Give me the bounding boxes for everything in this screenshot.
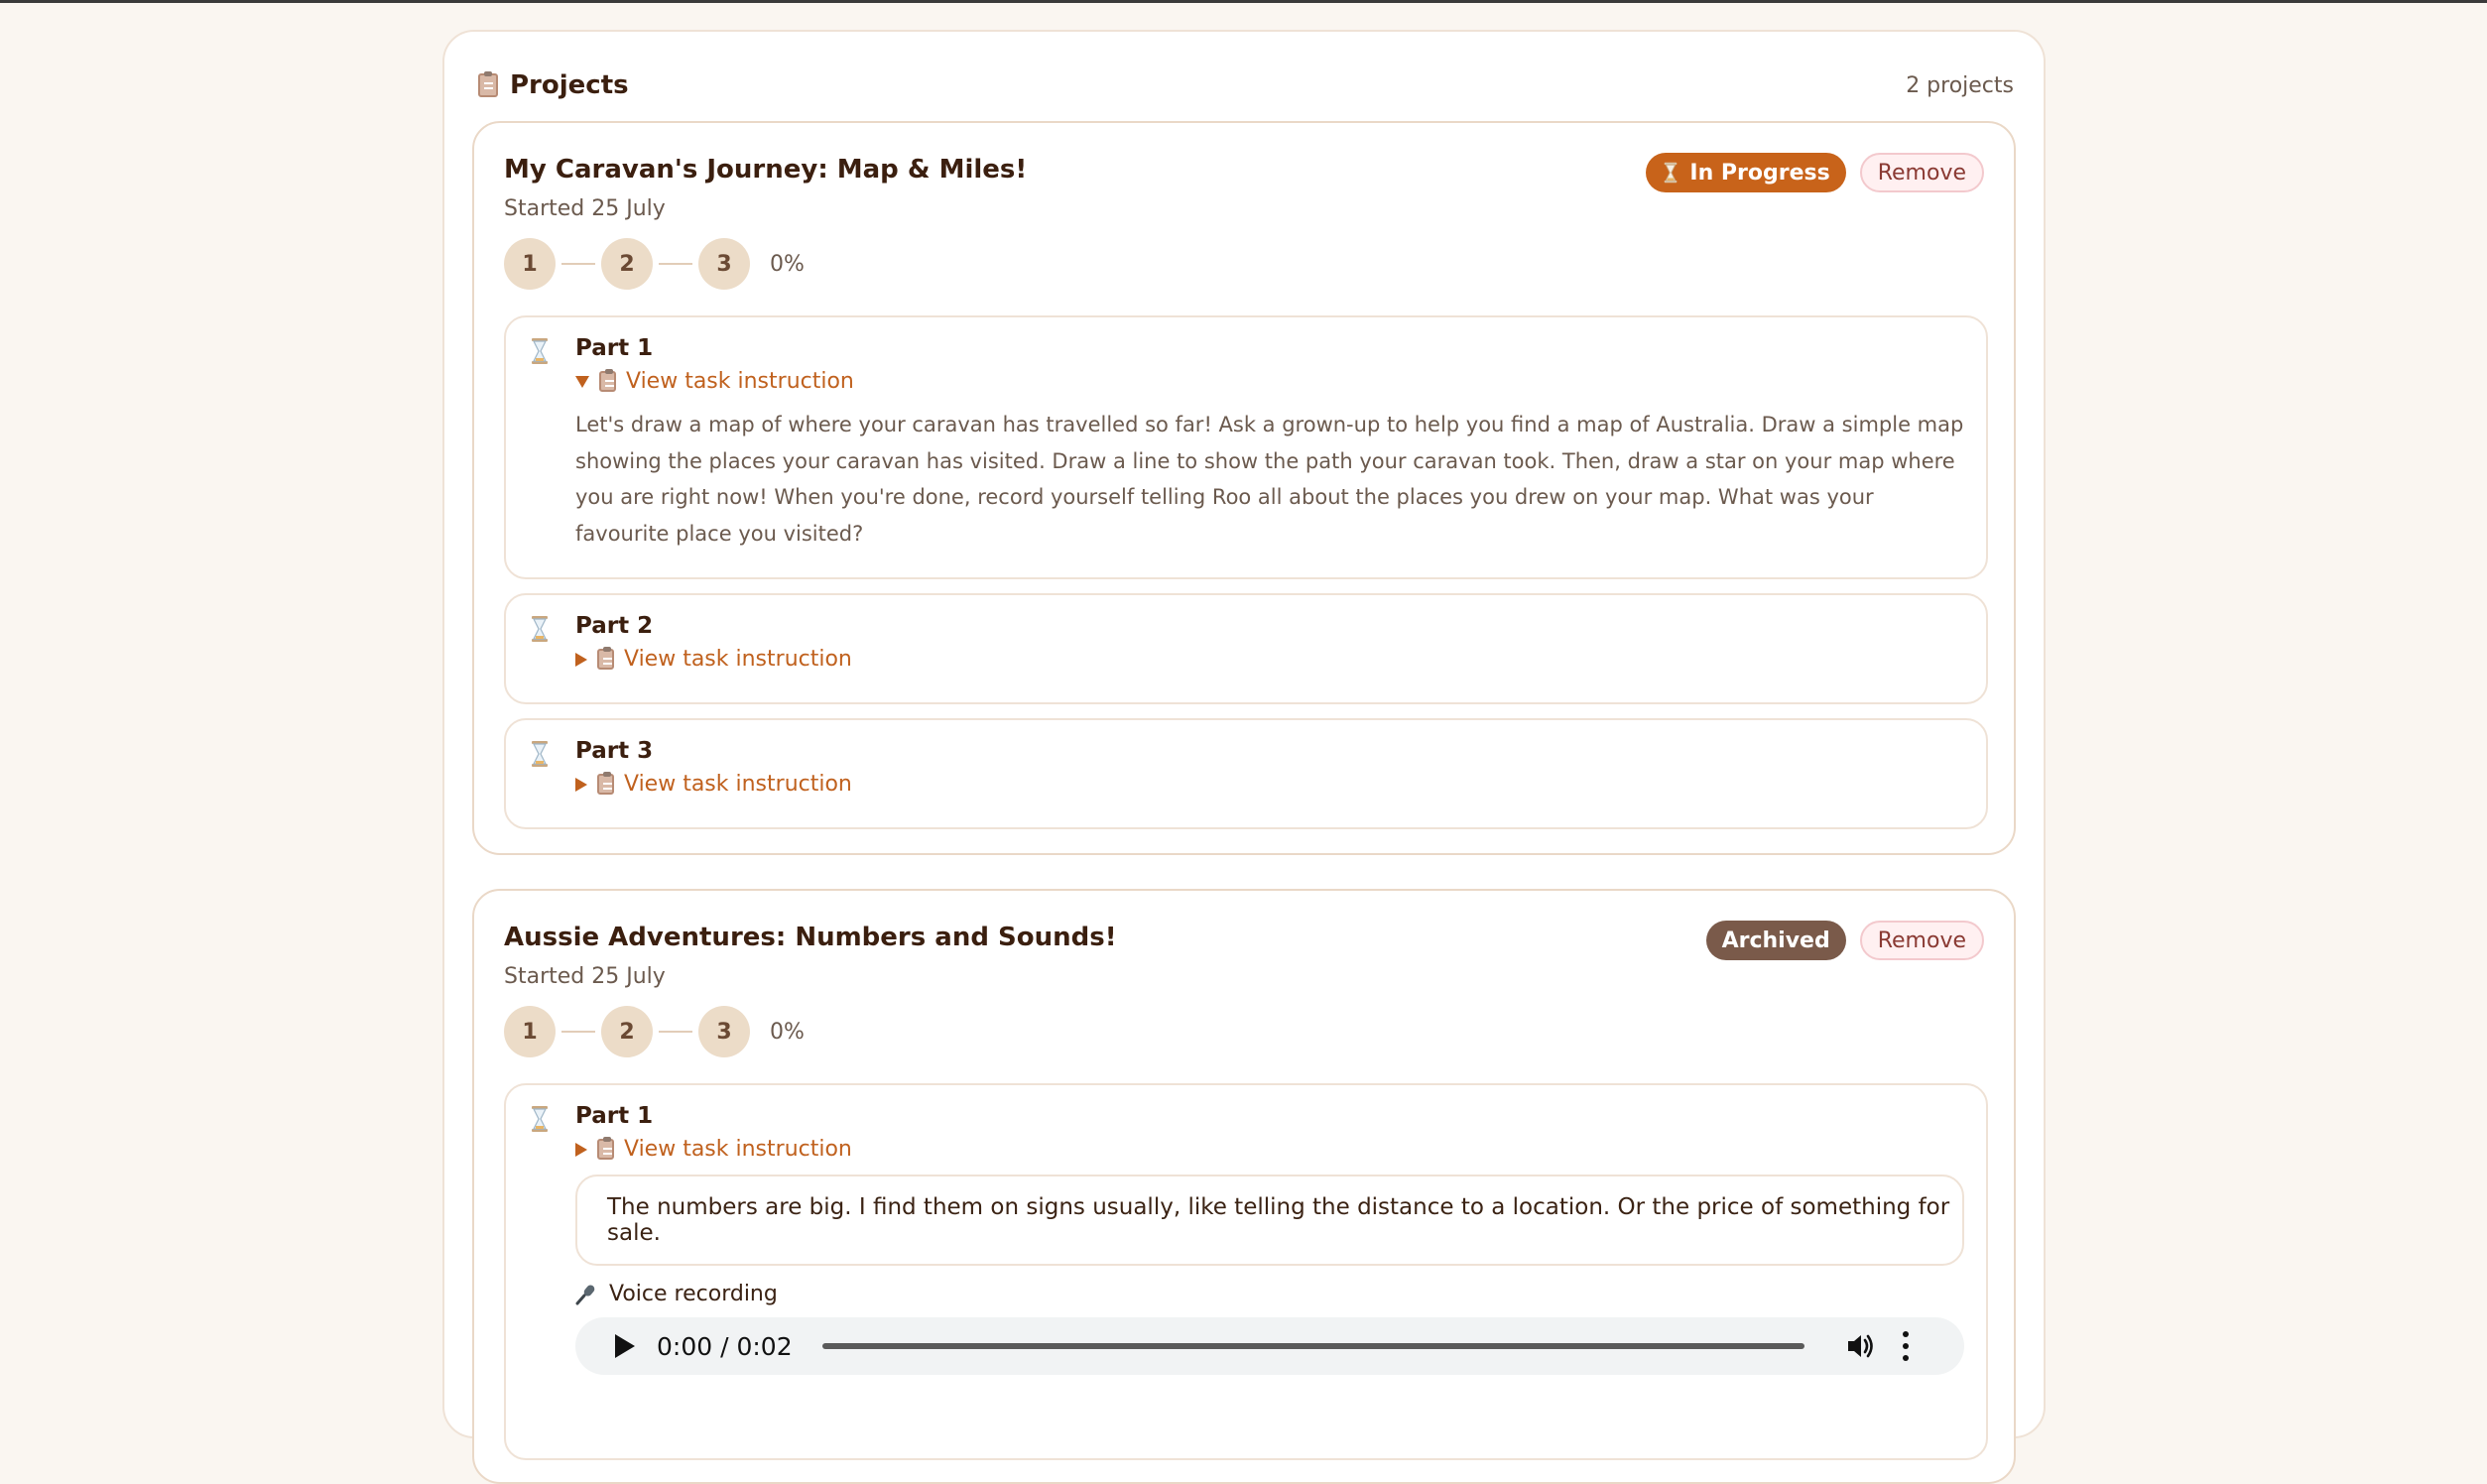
view-instruction-toggle[interactable]: View task instruction bbox=[575, 1137, 852, 1162]
collapse-triangle-icon bbox=[575, 1142, 587, 1157]
remove-button[interactable]: Remove bbox=[1859, 921, 1984, 960]
view-instruction-label: View task instruction bbox=[626, 369, 854, 394]
microphone-icon bbox=[575, 1284, 595, 1304]
step-circle: 1 bbox=[504, 1006, 556, 1057]
collapse-triangle-icon bbox=[575, 652, 587, 667]
hourglass-icon bbox=[532, 616, 548, 642]
step-circle: 2 bbox=[601, 238, 653, 290]
task-card: Part 3 View task instruction bbox=[504, 718, 1988, 829]
view-instruction-label: View task instruction bbox=[624, 647, 852, 672]
project-title: My Caravan's Journey: Map & Miles! bbox=[504, 155, 1028, 185]
progress-percent: 0% bbox=[770, 251, 805, 277]
panel-title: Projects bbox=[510, 70, 629, 100]
voice-recording-text: Voice recording bbox=[609, 1282, 778, 1306]
more-options-icon[interactable] bbox=[1902, 1331, 1910, 1361]
status-badge: Archived bbox=[1705, 921, 1846, 960]
step-progress: 1 2 3 0% bbox=[504, 238, 805, 290]
audio-player[interactable]: 0:00 / 0:02 bbox=[575, 1317, 1964, 1375]
status-badge: In Progress bbox=[1646, 153, 1846, 192]
task-name: Part 2 bbox=[575, 613, 654, 639]
view-instruction-label: View task instruction bbox=[624, 1137, 852, 1162]
hourglass-icon bbox=[532, 338, 548, 364]
clipboard-icon bbox=[478, 71, 498, 97]
answer-text: The numbers are big. I find them on sign… bbox=[575, 1175, 1964, 1266]
hourglass-icon bbox=[532, 1106, 548, 1132]
task-card: Part 1 View task instruction The numbers… bbox=[504, 1083, 1988, 1460]
voice-recording-label: Voice recording bbox=[575, 1282, 778, 1306]
step-connector bbox=[561, 263, 595, 265]
view-instruction-label: View task instruction bbox=[624, 772, 852, 797]
step-circle: 2 bbox=[601, 1006, 653, 1057]
clipboard-icon bbox=[597, 1137, 614, 1160]
view-instruction-toggle[interactable]: View task instruction bbox=[575, 647, 852, 672]
view-instruction-toggle[interactable]: View task instruction bbox=[575, 772, 852, 797]
hourglass-icon bbox=[1665, 162, 1678, 184]
project-started-date: Started 25 July bbox=[504, 964, 666, 989]
progress-percent: 0% bbox=[770, 1019, 805, 1045]
step-connector bbox=[561, 1031, 595, 1033]
expand-triangle-icon bbox=[575, 375, 589, 388]
task-name: Part 3 bbox=[575, 738, 654, 764]
task-card: Part 1 View task instruction Let's draw … bbox=[504, 315, 1988, 579]
clipboard-icon bbox=[597, 772, 614, 795]
task-name: Part 1 bbox=[575, 335, 654, 361]
audio-time: 0:00 / 0:02 bbox=[657, 1331, 793, 1361]
project-card: My Caravan's Journey: Map & Miles! Start… bbox=[472, 121, 2016, 855]
view-instruction-toggle[interactable]: View task instruction bbox=[575, 369, 854, 394]
project-count: 2 projects bbox=[1906, 72, 2014, 98]
step-circle: 3 bbox=[698, 238, 750, 290]
step-progress: 1 2 3 0% bbox=[504, 1006, 805, 1057]
collapse-triangle-icon bbox=[575, 777, 587, 792]
status-badge-label: In Progress bbox=[1689, 160, 1830, 186]
clipboard-icon bbox=[599, 369, 616, 392]
projects-panel: Projects 2 projects My Caravan's Journey… bbox=[442, 30, 2046, 1484]
projects-header: Projects 2 projects bbox=[478, 65, 2014, 105]
window-top-border bbox=[0, 0, 2487, 3]
step-circle: 3 bbox=[698, 1006, 750, 1057]
task-card: Part 2 View task instruction bbox=[504, 593, 1988, 704]
project-card: Aussie Adventures: Numbers and Sounds! S… bbox=[472, 889, 2016, 1484]
task-name: Part 1 bbox=[575, 1103, 654, 1129]
step-connector bbox=[659, 1031, 692, 1033]
clipboard-icon bbox=[597, 647, 614, 670]
audio-seek-bar[interactable] bbox=[821, 1343, 1804, 1349]
hourglass-icon bbox=[532, 741, 548, 767]
project-title: Aussie Adventures: Numbers and Sounds! bbox=[504, 923, 1117, 952]
play-icon[interactable] bbox=[615, 1334, 635, 1358]
remove-button[interactable]: Remove bbox=[1859, 153, 1984, 192]
task-instruction-text: Let's draw a map of where your caravan h… bbox=[575, 413, 1964, 546]
volume-icon[interactable] bbox=[1844, 1329, 1878, 1363]
step-connector bbox=[659, 263, 692, 265]
step-circle: 1 bbox=[504, 238, 556, 290]
project-started-date: Started 25 July bbox=[504, 196, 666, 221]
